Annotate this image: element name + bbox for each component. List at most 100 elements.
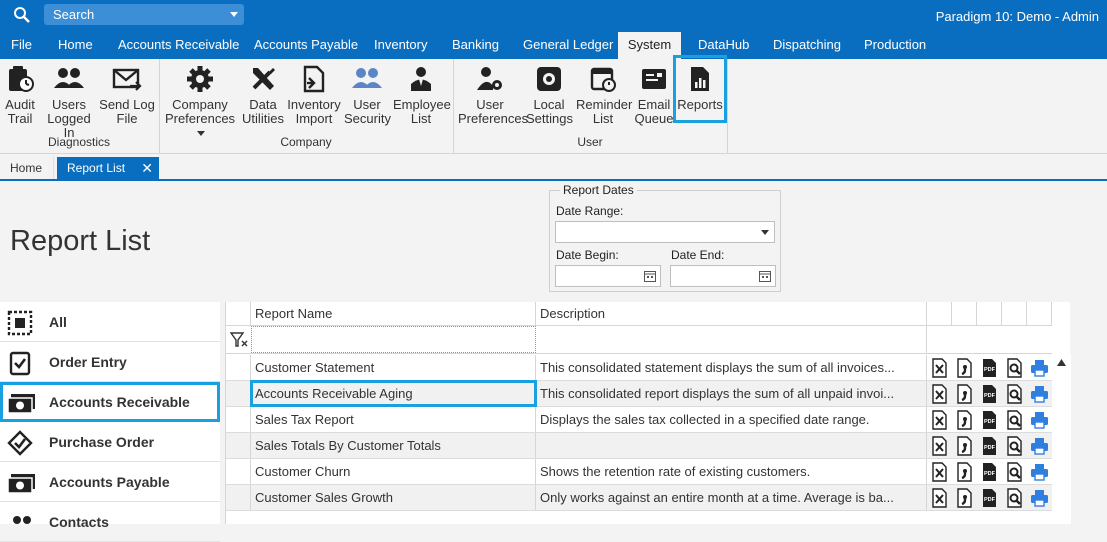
clipboard-check-icon bbox=[9, 351, 31, 376]
csv-icon[interactable] bbox=[955, 410, 974, 430]
csv-icon[interactable] bbox=[955, 462, 974, 482]
print-icon[interactable] bbox=[1030, 436, 1049, 456]
excel-icon[interactable] bbox=[930, 358, 949, 378]
user-preferences-button[interactable]: User Preferences bbox=[458, 64, 528, 126]
report-name-cell[interactable]: Sales Totals By Customer Totals bbox=[251, 433, 536, 458]
close-icon[interactable]: ✕ bbox=[141, 157, 153, 179]
search-input[interactable]: Search bbox=[44, 4, 244, 25]
category-order-entry[interactable]: Order Entry bbox=[0, 342, 220, 382]
inventory-import-label-1: Inventory bbox=[287, 97, 341, 112]
table-row[interactable]: Sales Totals By Customer Totals PDF bbox=[226, 433, 1052, 459]
preview-icon[interactable] bbox=[1005, 436, 1024, 456]
tab-home[interactable]: Home bbox=[0, 157, 54, 179]
preview-icon[interactable] bbox=[1005, 358, 1024, 378]
print-icon[interactable] bbox=[1030, 462, 1049, 482]
csv-icon[interactable] bbox=[955, 436, 974, 456]
audit-trail-icon bbox=[9, 66, 34, 92]
column-header-report-name[interactable]: Report Name bbox=[251, 302, 536, 326]
table-row[interactable]: Customer Statement This consolidated stat… bbox=[226, 355, 1052, 381]
preview-icon[interactable] bbox=[1005, 384, 1024, 404]
tools-icon bbox=[252, 68, 275, 90]
calendar-icon[interactable] bbox=[644, 270, 656, 282]
category-label: Purchase Order bbox=[49, 434, 155, 450]
table-row[interactable]: Sales Tax Report Displays the sales tax c… bbox=[226, 407, 1052, 433]
reports-button[interactable]: Reports bbox=[673, 55, 727, 123]
row-indicator bbox=[226, 459, 251, 484]
data-utilities-button[interactable]: Data Utilities bbox=[242, 64, 284, 126]
email-queue-button[interactable]: Email Queue bbox=[634, 64, 674, 126]
date-range-select[interactable] bbox=[555, 221, 775, 243]
employee-list-button[interactable]: Employee List bbox=[393, 64, 451, 126]
print-icon[interactable] bbox=[1030, 488, 1049, 508]
preview-icon[interactable] bbox=[1005, 410, 1024, 430]
excel-icon[interactable] bbox=[930, 436, 949, 456]
excel-icon[interactable] bbox=[930, 384, 949, 404]
user-security-button[interactable]: User Security bbox=[344, 64, 391, 126]
report-name-cell[interactable]: Customer Sales Growth bbox=[251, 485, 536, 510]
menu-production[interactable]: Production bbox=[864, 32, 926, 59]
table-row[interactable]: Customer Churn Shows the retention rate o… bbox=[226, 459, 1052, 485]
category-contacts[interactable]: Contacts bbox=[0, 502, 220, 542]
pdf-icon[interactable]: PDF bbox=[980, 488, 999, 508]
preview-icon[interactable] bbox=[1005, 462, 1024, 482]
csv-icon[interactable] bbox=[955, 488, 974, 508]
audit-trail-button[interactable]: Audit Trail bbox=[2, 64, 38, 126]
menu-inventory[interactable]: Inventory bbox=[374, 32, 427, 59]
svg-text:PDF: PDF bbox=[984, 471, 996, 477]
category-accounts-payable[interactable]: Accounts Payable bbox=[0, 462, 220, 502]
pdf-icon[interactable]: PDF bbox=[980, 462, 999, 482]
pdf-icon[interactable]: PDF bbox=[980, 410, 999, 430]
column-header-description[interactable]: Description bbox=[536, 302, 927, 326]
date-begin-field[interactable] bbox=[555, 265, 661, 287]
menu-system[interactable]: System bbox=[618, 32, 681, 59]
report-name-cell[interactable]: Customer Churn bbox=[251, 459, 536, 484]
calendar-icon[interactable] bbox=[759, 270, 771, 282]
print-icon[interactable] bbox=[1030, 358, 1049, 378]
menu-home[interactable]: Home bbox=[58, 32, 93, 59]
tab-report-list[interactable]: Report List ✕ bbox=[57, 157, 159, 179]
users-logged-in-button[interactable]: Users Logged In bbox=[41, 64, 97, 140]
vertical-scrollbar[interactable] bbox=[1052, 354, 1071, 524]
csv-icon[interactable] bbox=[955, 384, 974, 404]
report-name-cell[interactable]: Customer Statement bbox=[251, 355, 536, 380]
reminder-list-button[interactable]: Reminder List bbox=[576, 64, 632, 126]
local-settings-button[interactable]: Local Settings bbox=[526, 64, 573, 126]
excel-icon[interactable] bbox=[930, 462, 949, 482]
filter-row bbox=[226, 326, 1052, 354]
menu-banking[interactable]: Banking bbox=[452, 32, 499, 59]
group-label-diagnostics: Diagnostics bbox=[47, 135, 111, 149]
print-icon[interactable] bbox=[1030, 410, 1049, 430]
report-name-filter-input[interactable] bbox=[251, 326, 536, 353]
pdf-icon[interactable]: PDF bbox=[980, 436, 999, 456]
column-header-action bbox=[927, 302, 952, 326]
category-all[interactable]: All bbox=[0, 302, 220, 342]
pdf-icon[interactable]: PDF bbox=[980, 358, 999, 378]
company-preferences-button[interactable]: Company Preferences bbox=[163, 64, 237, 140]
csv-icon[interactable] bbox=[955, 358, 974, 378]
clear-filter-icon[interactable] bbox=[230, 332, 248, 348]
report-name-cell[interactable]: Sales Tax Report bbox=[251, 407, 536, 432]
inventory-import-button[interactable]: Inventory Import bbox=[287, 64, 341, 126]
preview-icon[interactable] bbox=[1005, 488, 1024, 508]
category-accounts-receivable[interactable]: Accounts Receivable bbox=[0, 382, 220, 422]
menu-general-ledger[interactable]: General Ledger bbox=[523, 32, 613, 59]
excel-icon[interactable] bbox=[930, 488, 949, 508]
report-name-cell[interactable]: Accounts Receivable Aging bbox=[250, 380, 537, 407]
row-indicator-header bbox=[226, 302, 251, 326]
category-purchase-order[interactable]: Purchase Order bbox=[0, 422, 220, 462]
menu-accounts-payable[interactable]: Accounts Payable bbox=[254, 32, 358, 59]
menu-file[interactable]: File bbox=[11, 32, 32, 59]
menu-accounts-receivable[interactable]: Accounts Receivable bbox=[118, 32, 239, 59]
description-filter-input[interactable] bbox=[536, 326, 927, 353]
scroll-up-icon[interactable] bbox=[1057, 359, 1066, 366]
search-icon[interactable] bbox=[12, 5, 32, 25]
menu-dispatching[interactable]: Dispatching bbox=[773, 32, 841, 59]
excel-icon[interactable] bbox=[930, 410, 949, 430]
date-end-field[interactable] bbox=[670, 265, 776, 287]
table-row[interactable]: Accounts Receivable Aging This consolidat… bbox=[226, 380, 1052, 407]
table-row[interactable]: Customer Sales Growth Only works against … bbox=[226, 485, 1052, 511]
send-log-file-button[interactable]: Send Log File bbox=[99, 64, 155, 126]
print-icon[interactable] bbox=[1030, 384, 1049, 404]
pdf-icon[interactable]: PDF bbox=[980, 384, 999, 404]
row-indicator bbox=[226, 407, 251, 432]
